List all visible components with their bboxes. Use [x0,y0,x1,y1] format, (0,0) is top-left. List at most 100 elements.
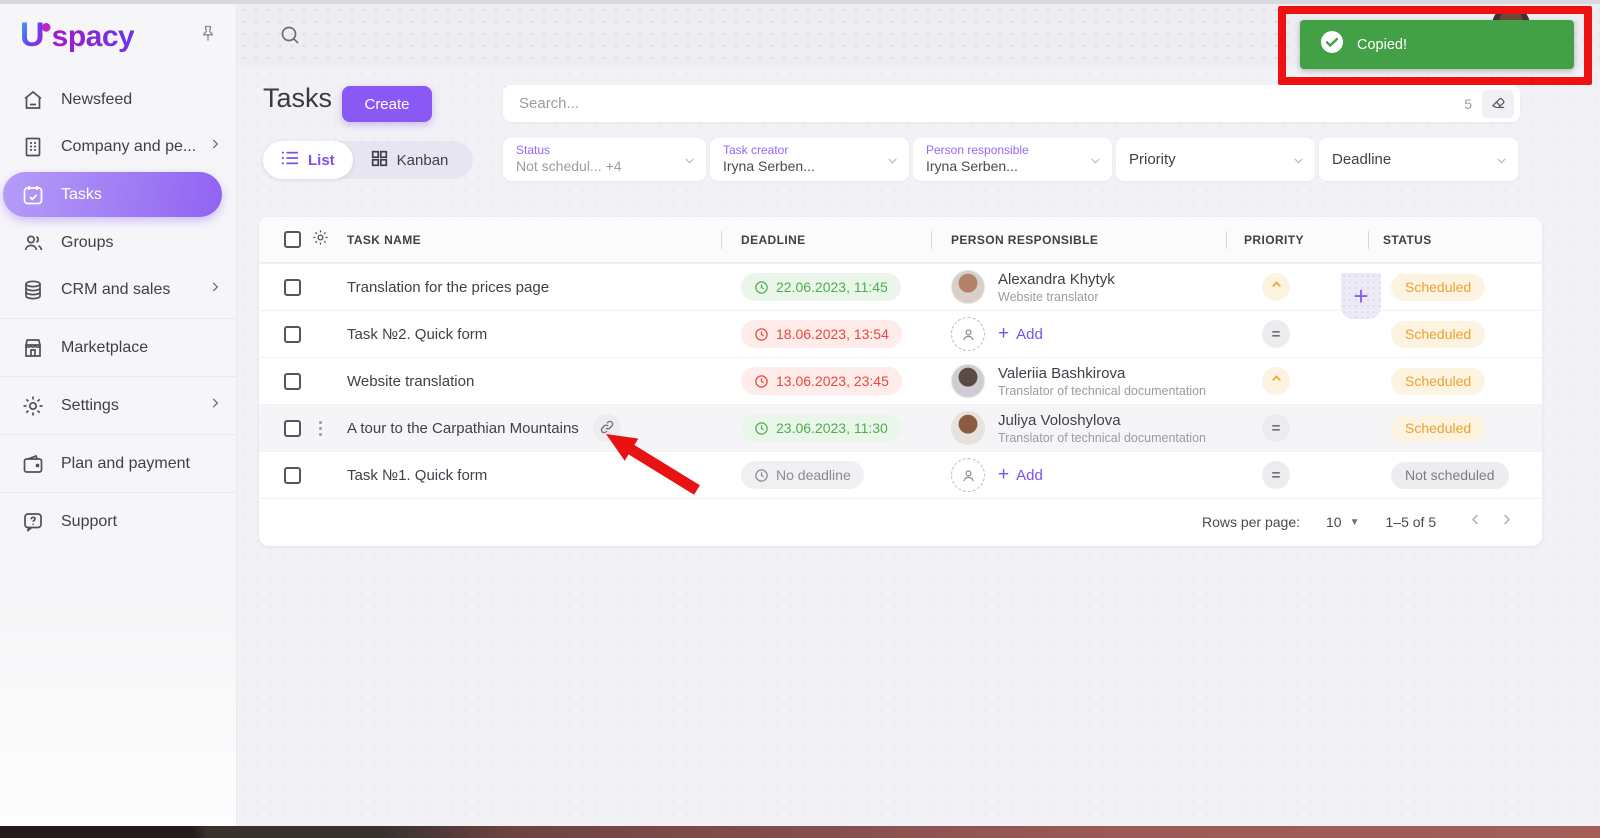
person-responsible-cell[interactable]: Valeriia Bashkirova Translator of technic… [951,364,1226,398]
person-responsible-cell[interactable]: Juliya Voloshylova Translator of technica… [951,411,1226,445]
avatar [951,411,985,445]
deadline-chip: 18.06.2023, 13:54 [741,320,902,348]
tab-kanban-view[interactable]: Kanban [353,141,467,179]
person-role: Translator of technical documentation [998,383,1206,398]
person-name: Valeriia Bashkirova [998,364,1126,382]
rows-per-page-select[interactable]: 10 ▼ [1326,514,1359,530]
create-task-button[interactable]: Create [342,86,432,122]
person-responsible-cell[interactable]: + Add [951,458,1226,492]
task-name[interactable]: A tour to the Carpathian Mountains [347,420,579,437]
priority-indicator[interactable]: = [1262,367,1290,395]
row-checkbox[interactable] [284,372,301,390]
deadline-chip: 22.06.2023, 11:45 [741,273,901,301]
sidebar-item-tasks[interactable]: Tasks [3,172,222,217]
tasks-search-bar: 5 [503,85,1520,122]
sidebar-item-company[interactable]: Company and pe... [0,123,236,170]
row-checkbox[interactable] [284,419,301,437]
chevron-right-icon [208,280,222,299]
priority-indicator[interactable]: = [1262,461,1290,489]
sidebar-item-newsfeed[interactable]: Newsfeed [0,76,236,123]
task-name[interactable]: Website translation [347,373,474,390]
task-name[interactable]: Task №1. Quick form [347,467,487,484]
table-row[interactable]: Task №1. Quick form No deadline + Add = N… [259,451,1542,498]
filter-task-creator[interactable]: Task creator Iryna Serben... [710,138,909,181]
status-badge: Scheduled [1391,414,1486,442]
row-checkbox[interactable] [284,466,301,484]
priority-indicator[interactable]: = [1262,273,1290,301]
status-badge: Scheduled [1391,273,1486,301]
add-person-button[interactable]: + Add [998,464,1043,486]
chevron-right-icon [208,396,222,415]
filter-value: Deadline [1332,151,1392,168]
person-name: Alexandra Khytyk [998,270,1115,288]
sidebar-nav: Newsfeed Company and pe... Tasks Groups … [0,76,236,545]
sidebar-item-settings[interactable]: Settings [0,382,236,429]
home-icon [21,88,45,112]
app-window: U●spacy Newsfeed Company and pe... Tasks [0,0,1600,838]
deadline-chip: No deadline [741,461,864,489]
pagination-range: 1–5 of 5 [1385,514,1437,530]
page-title: Tasks [263,83,333,113]
filter-priority[interactable]: Priority [1116,138,1315,181]
chevron-right-icon [208,137,222,156]
row-checkbox[interactable] [284,325,301,343]
annotation-arrow [606,434,700,495]
priority-indicator[interactable]: = [1262,414,1290,442]
row-checkbox[interactable] [284,278,301,296]
priority-indicator[interactable]: = [1262,320,1290,348]
column-divider [1368,230,1369,249]
sidebar-item-crm[interactable]: CRM and sales [0,266,236,313]
filter-value: Iryna Serben... [723,158,815,174]
empty-avatar-icon [951,458,985,492]
filter-person-responsible[interactable]: Person responsible Iryna Serben... [913,138,1112,181]
person-role: Translator of technical documentation [998,430,1206,445]
row-menu-icon[interactable] [318,420,322,436]
pin-sidebar-icon[interactable] [198,24,218,49]
filter-label: Status [516,143,551,157]
person-responsible-cell[interactable]: + Add [951,317,1226,351]
status-badge: Scheduled [1391,367,1486,395]
search-input[interactable] [519,95,1465,112]
uspacy-logo: U●spacy [20,16,135,54]
sidebar-item-support[interactable]: Support [0,498,236,545]
priority-normal-icon: = [1271,419,1281,437]
filter-deadline[interactable]: Deadline [1319,138,1518,181]
sidebar-item-label: Groups [61,233,114,251]
building-icon [21,135,45,159]
add-person-button[interactable]: + Add [998,323,1043,345]
column-header-task-name[interactable]: TASK NAME [339,233,721,247]
column-header-status[interactable]: STATUS [1368,230,1542,249]
eraser-icon [1490,94,1507,114]
select-all-checkbox[interactable] [284,231,301,248]
sidebar-item-marketplace[interactable]: Marketplace [0,324,236,371]
column-header-deadline[interactable]: DEADLINE [721,230,931,249]
filter-extra-count: +4 [605,158,622,174]
sidebar-item-plan[interactable]: Plan and payment [0,440,236,487]
avatar [951,270,985,304]
task-name[interactable]: Translation for the prices page [347,279,549,296]
tab-list-view[interactable]: List [263,141,353,179]
task-name[interactable]: Task №2. Quick form [347,326,487,343]
logo-dot-icon: ● [40,16,52,38]
status-badge: Not scheduled [1391,461,1509,489]
tab-label: List [308,151,335,169]
deadline-chip: 23.06.2023, 11:30 [741,414,901,442]
clear-filters-button[interactable] [1482,89,1514,118]
column-header-person[interactable]: PERSON RESPONSIBLE [931,230,1226,249]
table-row[interactable]: Task №2. Quick form 18.06.2023, 13:54 + A… [259,310,1542,357]
columns-settings-icon[interactable] [311,228,330,252]
table-row[interactable]: Translation for the prices page 22.06.20… [259,263,1542,319]
table-row[interactable]: Website translation 13.06.2023, 23:45 Va… [259,357,1542,404]
previous-page-button[interactable] [1462,512,1489,532]
chevron-down-icon [1292,154,1305,172]
priority-high-icon [1269,277,1284,297]
plus-icon: + [998,323,1010,344]
sidebar-item-groups[interactable]: Groups [0,219,236,266]
filter-status[interactable]: Status Not schedul... +4 [503,138,706,181]
column-header-priority[interactable]: PRIORITY [1226,230,1368,249]
global-search-icon[interactable] [278,23,302,52]
table-row[interactable]: A tour to the Carpathian Mountains 23.06… [259,404,1542,451]
person-responsible-cell[interactable]: Alexandra KhytykWebsite translator + [951,270,1226,304]
priority-normal-icon: = [1271,325,1281,343]
next-page-button[interactable] [1493,512,1520,532]
